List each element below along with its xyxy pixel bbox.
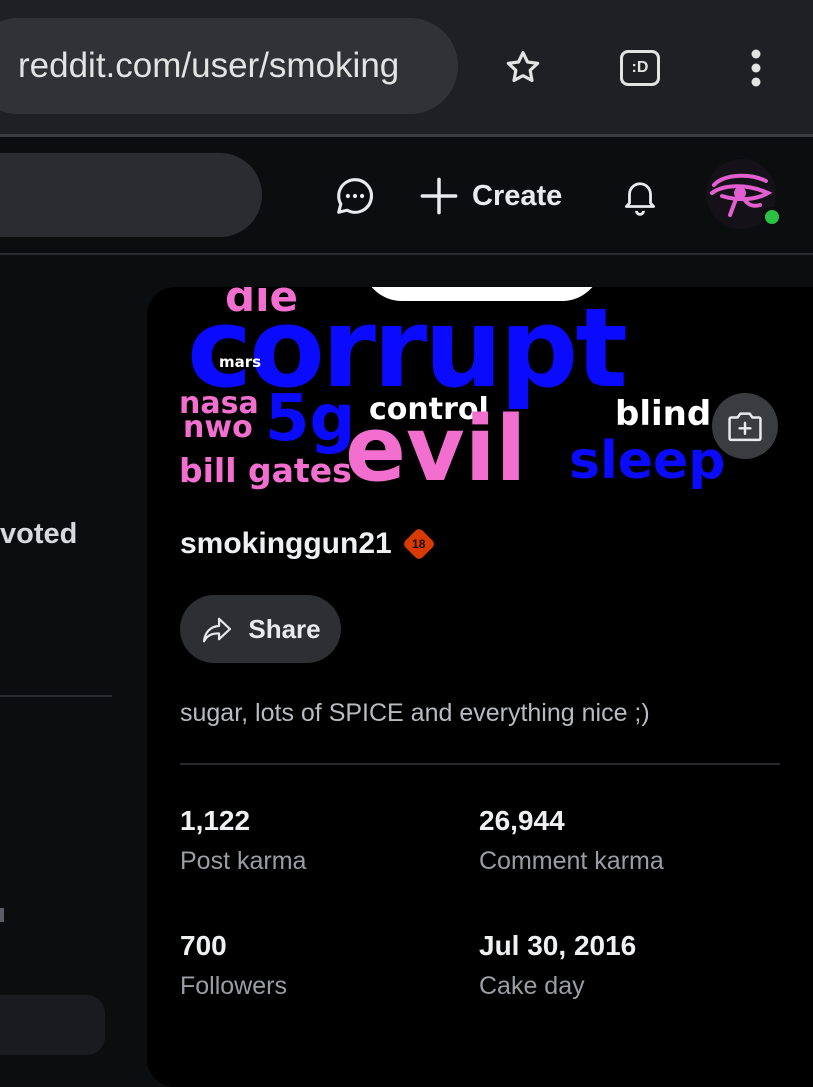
avatar[interactable] [706,159,782,229]
card-divider [180,763,780,765]
sidebar-marker [0,908,4,922]
stat-value: Jul 30, 2016 [479,930,637,961]
username: smokinggun21 [180,527,392,560]
stat-cake-day: Jul 30, 2016 Cake day [479,930,636,1001]
stat-followers[interactable]: 700 Followers [180,930,287,1001]
banner-word: bill gates [179,451,352,490]
banner-word: sleep [569,431,726,491]
reddit-header: Create [0,137,813,253]
extension-icon[interactable]: :D [612,40,668,96]
stat-label: Comment karma [479,847,664,875]
browser-toolbar: reddit.com/user/smoking :D [0,0,813,134]
stat-label: Followers [180,972,287,1000]
profile-card: die corrupt mars nasa nwo 5g control bli… [147,287,813,1087]
stat-comment-karma: 26,944 Comment karma [479,805,664,876]
online-status-dot [762,207,782,227]
banner-word: mars [219,353,262,371]
url-text[interactable]: reddit.com/user/smoking [18,18,433,114]
stat-value: 700 [180,930,227,961]
sidebar-divider [0,695,112,697]
extension-label: :D [620,50,660,86]
create-label: Create [472,179,563,212]
sidebar-item[interactable] [0,995,105,1055]
chat-icon[interactable] [326,167,384,225]
stat-label: Cake day [479,972,585,1000]
banner-word: blind [615,394,712,434]
banner-word: 5g [265,382,356,456]
nsfw-badge-label: 18 [412,537,426,551]
plus-icon [420,177,458,215]
camera-plus-icon [728,412,762,442]
header-divider [0,253,813,255]
username-row: smokinggun21 18 [180,527,436,561]
share-label: Share [248,613,321,644]
bell-icon[interactable] [612,167,668,225]
share-icon [203,617,232,643]
share-button[interactable]: Share [180,595,341,663]
profile-banner: die corrupt mars nasa nwo 5g control bli… [147,287,813,499]
banner-word: evil [345,397,527,499]
star-icon[interactable] [495,40,551,96]
stat-label: Post karma [180,847,307,875]
stat-value: 1,122 [180,805,251,836]
stat-post-karma: 1,122 Post karma [180,805,306,876]
more-vert-icon[interactable] [728,40,784,96]
create-button[interactable]: Create [418,167,562,225]
address-bar[interactable]: reddit.com/user/smoking [0,18,458,114]
stat-value: 26,944 [479,805,565,836]
edit-banner-button[interactable] [712,393,778,459]
banner-word: nwo [183,410,253,445]
nsfw-badge: 18 [402,527,436,561]
search-input[interactable] [0,153,262,237]
profile-bio: sugar, lots of SPICE and everything nice… [180,699,650,727]
sidebar-item-voted[interactable]: voted [0,518,77,551]
